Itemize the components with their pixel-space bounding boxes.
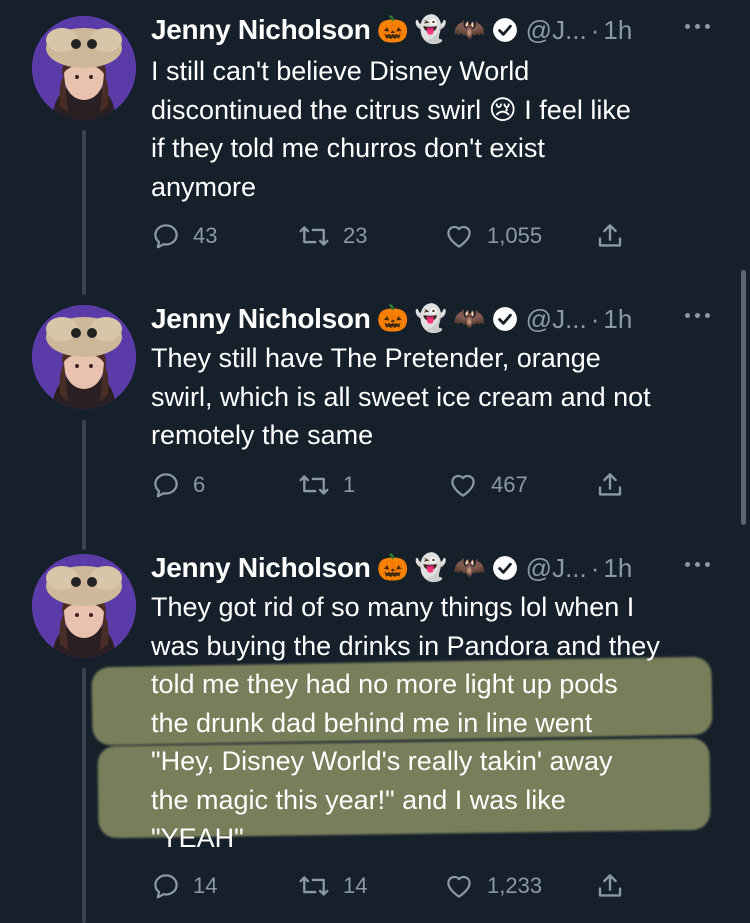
reply-button[interactable]: 6 <box>151 465 205 505</box>
share-button[interactable] <box>595 216 637 256</box>
retweet-icon <box>299 475 329 495</box>
avatar[interactable] <box>32 305 136 409</box>
share-icon <box>598 874 622 897</box>
tweet-text-line: "Hey, Disney World's really takin' away <box>151 746 613 776</box>
tweet-time[interactable]: 1h <box>603 304 632 335</box>
ghost-icon: 👻 <box>414 304 448 334</box>
tweet-text-line: "YEAH" <box>151 823 244 853</box>
heart-icon <box>447 225 471 248</box>
separator: · <box>590 14 600 45</box>
tweet-text-line: anymore <box>151 171 257 202</box>
more-options-icon[interactable] <box>685 24 710 29</box>
more-options-icon[interactable] <box>685 562 710 567</box>
tweet-actions: 14 14 1,233 <box>151 866 631 906</box>
author-handle[interactable]: @J... <box>526 15 587 46</box>
retweet-count: 1 <box>343 472 356 497</box>
tweet-text-line: the magic this year!" and I was like <box>151 784 566 815</box>
ghost-icon: 👻 <box>414 15 448 45</box>
separator: · <box>590 303 600 334</box>
heart-icon <box>451 474 475 497</box>
reply-count: 6 <box>193 472 206 497</box>
tweet-text-line: discontinued the citrus swirl 😢 I feel l… <box>151 94 631 125</box>
reply-icon <box>154 473 178 498</box>
pumpkin-icon: 🎃 <box>376 553 409 583</box>
pumpkin-icon: 🎃 <box>376 304 409 334</box>
retweet-button[interactable]: 23 <box>297 216 367 256</box>
author-name[interactable]: Jenny Nicholson <box>151 552 371 584</box>
retweet-button[interactable]: 14 <box>297 866 367 906</box>
like-button[interactable]: 467 <box>447 465 528 505</box>
tweet-header: Jenny Nicholson 🎃 👻 🦇 @J... · 1h <box>151 548 632 588</box>
tweet-text-line: I still can't believe Disney World <box>151 56 530 86</box>
reply-count: 43 <box>193 223 218 248</box>
thread-line <box>82 668 86 923</box>
reply-count: 14 <box>193 873 218 898</box>
separator: · <box>590 552 600 583</box>
thread-line <box>82 420 86 550</box>
verified-icon <box>492 555 518 581</box>
like-button[interactable]: 1,055 <box>443 216 542 256</box>
tweet-actions: 6 1 467 <box>151 465 631 505</box>
reply-icon <box>154 874 178 899</box>
like-count: 467 <box>491 472 528 497</box>
tweet-text-line: swirl, which is all sweet ice cream and … <box>151 381 651 412</box>
tweet-text-line: was buying the drinks in Pandora and the… <box>151 630 660 661</box>
bat-icon: 🦇 <box>453 304 486 334</box>
ghost-icon: 👻 <box>414 553 448 583</box>
tweet-actions: 43 23 1,055 <box>151 216 631 256</box>
retweet-count: 14 <box>343 873 368 898</box>
tweet-header: Jenny Nicholson 🎃 👻 🦇 @J... · 1h <box>151 10 632 50</box>
thread-line <box>82 130 86 295</box>
share-button[interactable] <box>595 866 637 906</box>
author-name[interactable]: Jenny Nicholson <box>151 14 371 46</box>
author-handle[interactable]: @J... <box>526 304 587 335</box>
author-handle[interactable]: @J... <box>526 553 587 584</box>
more-options-icon[interactable] <box>685 313 710 318</box>
verified-icon <box>492 306 518 332</box>
tweet-header: Jenny Nicholson 🎃 👻 🦇 @J... · 1h <box>151 299 632 339</box>
tweet-text-line: the drunk dad behind me in line went <box>151 707 593 738</box>
retweet-icon <box>299 876 329 896</box>
bat-icon: 🦇 <box>453 15 486 45</box>
share-button[interactable] <box>595 465 637 505</box>
tweet-text: I still can't believe Disney World disco… <box>151 52 721 206</box>
reply-button[interactable]: 43 <box>151 216 217 256</box>
tweet-text: They got rid of so many things lol when … <box>151 588 731 858</box>
tweet-time[interactable]: 1h <box>603 553 632 584</box>
avatar[interactable] <box>32 554 136 658</box>
retweet-button[interactable]: 1 <box>297 465 355 505</box>
tweet-text-line: They still have The Pretender, orange <box>151 343 601 373</box>
like-button[interactable]: 1,233 <box>443 866 542 906</box>
author-name[interactable]: Jenny Nicholson <box>151 303 371 335</box>
like-count: 1,055 <box>487 223 543 248</box>
tweet-text-line: told me they had no more light up pods <box>151 669 618 699</box>
tweet-text: They still have The Pretender, orange sw… <box>151 339 721 455</box>
share-icon <box>598 224 622 247</box>
avatar[interactable] <box>32 16 136 120</box>
tweet-text-line: if they told me churros don't exist <box>151 133 545 163</box>
retweet-count: 23 <box>343 223 368 248</box>
tweet-time[interactable]: 1h <box>603 15 632 46</box>
tweet-text-line: They got rid of so many things lol when … <box>151 592 635 622</box>
verified-icon <box>492 17 518 43</box>
heart-icon <box>447 875 471 898</box>
scrollbar[interactable] <box>741 270 746 525</box>
like-count: 1,233 <box>487 873 543 898</box>
pumpkin-icon: 🎃 <box>376 15 409 45</box>
share-icon <box>598 473 622 496</box>
reply-button[interactable]: 14 <box>151 866 217 906</box>
tweet-text-line: remotely the same <box>151 420 374 450</box>
reply-icon <box>154 224 178 249</box>
retweet-icon <box>299 226 329 246</box>
bat-icon: 🦇 <box>453 553 486 583</box>
